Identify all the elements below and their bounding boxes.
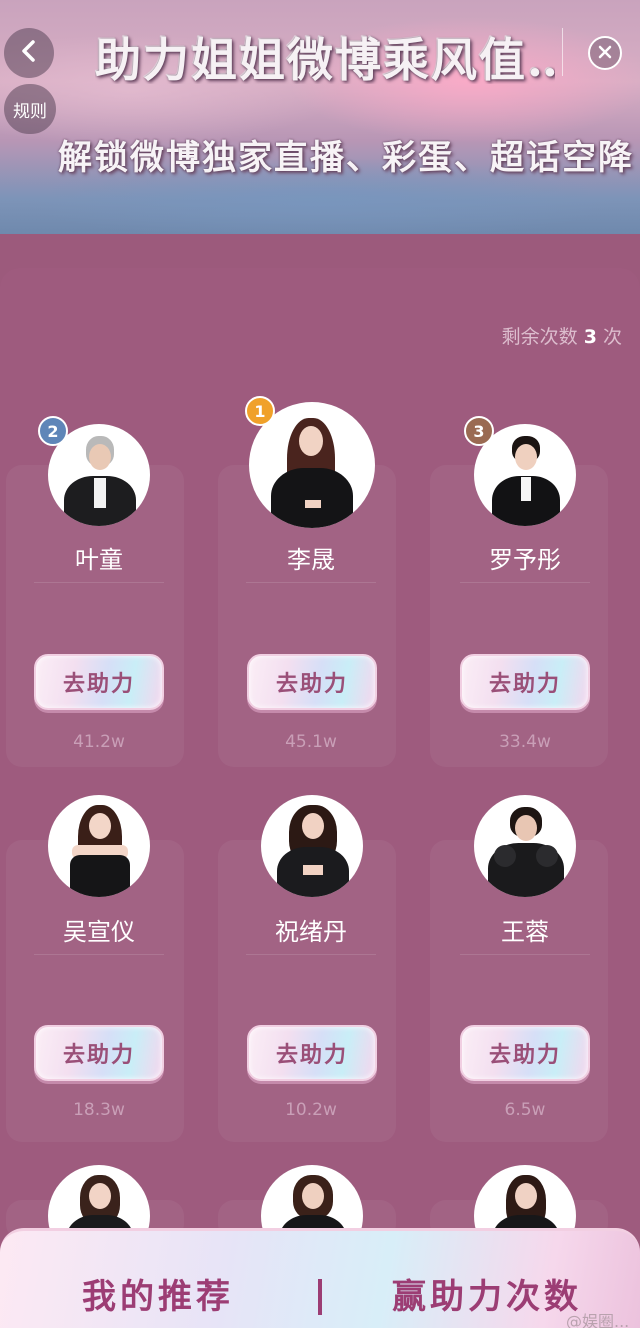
help-button[interactable]: 去助力 [34, 654, 164, 710]
rank-badge: 1 [245, 396, 275, 426]
rank-number: 1 [254, 401, 266, 421]
contestant-name: 李晟 [287, 546, 335, 574]
help-button[interactable]: 去助力 [460, 654, 590, 710]
remaining-unit: 次 [602, 326, 622, 348]
divider [34, 954, 164, 955]
divider [246, 582, 376, 583]
avatar[interactable] [474, 795, 576, 897]
nav-divider [562, 28, 563, 76]
divider [460, 582, 590, 583]
avatar[interactable] [261, 795, 363, 897]
contestant-name: 叶童 [75, 546, 123, 574]
remaining-label: 剩余次数 [501, 326, 578, 348]
chevron-left-icon [19, 40, 39, 66]
vote-count: 18.3w [73, 1100, 125, 1120]
help-button[interactable]: 去助力 [460, 1025, 590, 1081]
avatar[interactable] [48, 795, 150, 897]
divider [34, 582, 164, 583]
help-button[interactable]: 去助力 [34, 1025, 164, 1081]
vote-count: 45.1w [285, 732, 337, 752]
close-button[interactable] [588, 36, 622, 70]
contestant-name: 吴宣仪 [63, 918, 135, 946]
page-title: 助力姐姐微博乘风值… [95, 33, 555, 84]
divider [246, 954, 376, 955]
bottom-bar: 我的推荐 赢助力次数 [0, 1228, 640, 1328]
divider [460, 954, 590, 955]
rank-badge: 3 [464, 416, 494, 446]
earn-votes-tab[interactable]: 赢助力次数 [392, 1269, 582, 1318]
remaining-number: 3 [583, 326, 597, 348]
my-recommendation-tab[interactable]: 我的推荐 [82, 1269, 234, 1318]
vote-count: 6.5w [504, 1100, 546, 1120]
vote-count: 41.2w [73, 732, 125, 752]
contestant-name: 罗予彤 [489, 546, 561, 574]
back-button[interactable] [4, 28, 54, 78]
header-banner: 助力姐姐微博乘风值… 解锁微博独家直播、彩蛋、超话空降 规则 [0, 0, 640, 234]
watermark: @娱圈... [566, 1312, 630, 1328]
close-icon [598, 44, 612, 63]
vote-count: 33.4w [499, 732, 551, 752]
help-button[interactable]: 去助力 [247, 1025, 377, 1081]
rules-button[interactable]: 规则 [4, 84, 56, 134]
vote-count: 10.2w [285, 1100, 337, 1120]
remaining-count: 剩余次数 3 次 [502, 322, 622, 349]
rank-badge: 2 [38, 416, 68, 446]
bottom-separator [318, 1279, 322, 1315]
help-button[interactable]: 去助力 [247, 654, 377, 710]
contestant-name: 王蓉 [501, 918, 549, 946]
rank-number: 3 [473, 421, 485, 441]
rank-number: 2 [47, 421, 59, 441]
banner-subtitle: 解锁微博独家直播、彩蛋、超话空降 [58, 138, 634, 178]
contestant-name: 祝绪丹 [275, 918, 347, 946]
